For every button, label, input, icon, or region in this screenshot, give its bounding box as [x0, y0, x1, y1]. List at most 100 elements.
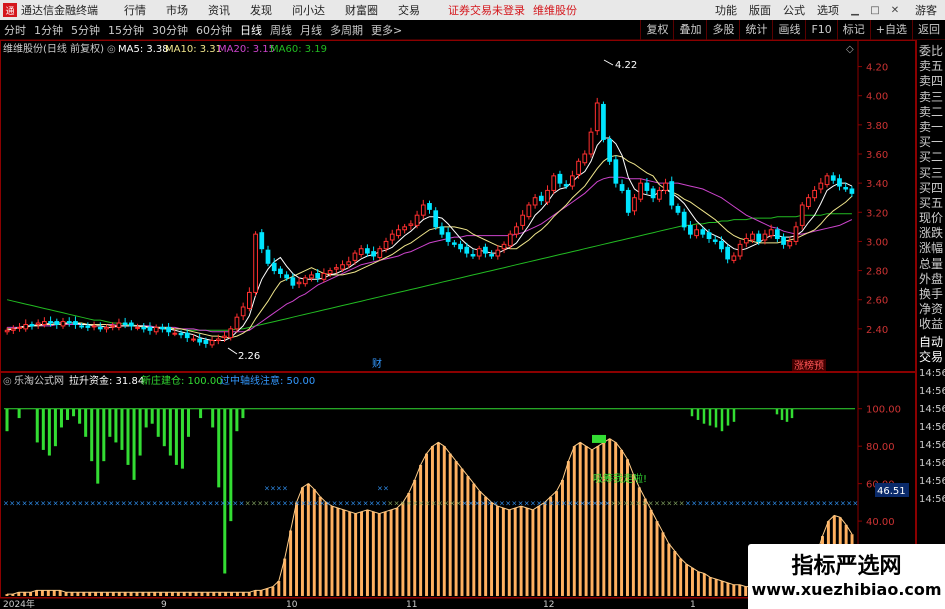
zhongzhou-cross-mark: × — [834, 499, 840, 507]
stock-label: 维维股份(日线 前复权) — [3, 42, 104, 55]
minimize-icon[interactable]: ▁ — [848, 3, 862, 17]
biaoji-button[interactable]: 标记 — [836, 20, 870, 40]
candle-body — [719, 240, 724, 250]
zhangting-marker[interactable]: 涨榜预 — [794, 359, 824, 372]
period-30min[interactable]: 30分钟 — [152, 22, 188, 38]
candle-body — [402, 226, 408, 231]
candle-body — [545, 189, 550, 203]
zhongzhou-cross-mark: × — [332, 499, 338, 507]
candle-body — [638, 182, 644, 200]
zhongzhou-cross-mark: × — [561, 499, 567, 507]
settings-icon[interactable]: ◎ — [107, 44, 116, 55]
stock-chart[interactable]: 维维股份(日线 前复权) ◎ MA5: 3.38 MA10: 3.31 MA20… — [0, 40, 916, 609]
zhongzhou-cross-mark: × — [381, 499, 387, 507]
zhongzhou-cross-mark: × — [418, 499, 424, 507]
huaxian-button[interactable]: 画线 — [772, 20, 805, 40]
zhongzhou-cross-mark: × — [747, 499, 753, 507]
zhongzhou-cross-mark: × — [573, 499, 579, 507]
zhongzhou-cross-mark: × — [809, 499, 815, 507]
candle-body — [594, 102, 600, 132]
menu-item-zixun[interactable]: 资讯 — [208, 2, 230, 18]
side-time: 14:56 — [919, 367, 945, 379]
peak-cross-mark: × — [276, 484, 282, 492]
candle-body — [439, 226, 445, 235]
peak-cross-mark: × — [264, 484, 270, 492]
fuquan-button[interactable]: 复权 — [640, 20, 673, 40]
add-watchlist-button[interactable]: +自选 — [869, 20, 912, 40]
zhongzhou-cross-mark: × — [96, 499, 102, 507]
low-price-label: 2.26 — [238, 351, 260, 362]
guest-label[interactable]: 游客 — [915, 2, 937, 18]
zhongzhou-cross-mark: × — [65, 499, 71, 507]
back-button[interactable]: 返回 — [912, 20, 945, 40]
candle-body — [756, 233, 762, 242]
zhongzhou-cross-mark: × — [511, 499, 517, 507]
zhongzhou-cross-mark: × — [697, 499, 703, 507]
sub-settings-icon[interactable]: ◎ — [3, 376, 12, 387]
candle-body — [302, 277, 308, 285]
period-fenshi[interactable]: 分时 — [4, 22, 26, 38]
zhongzhou-cross-mark: × — [623, 499, 629, 507]
period-multi[interactable]: 多周期 — [330, 22, 363, 38]
side-item: 卖三 — [919, 89, 944, 104]
period-1min[interactable]: 1分钟 — [34, 22, 63, 38]
side-tab-trade[interactable]: 交易 — [917, 350, 945, 365]
side-time: 14:56 — [919, 385, 945, 397]
sub-tick-label: 80.00 — [866, 442, 895, 453]
zhongzhou-cross-mark: × — [46, 499, 52, 507]
candle-body — [625, 189, 631, 213]
period-week[interactable]: 周线 — [270, 22, 292, 38]
cai-marker[interactable]: 财 — [372, 357, 382, 370]
ma60-line — [6, 213, 852, 331]
side-item: 涨跌 — [919, 226, 944, 241]
price-tick-label: 2.40 — [866, 325, 888, 336]
period-15min[interactable]: 15分钟 — [108, 22, 144, 38]
menu-item-wenxiaoda[interactable]: 问小达 — [292, 2, 325, 18]
login-status[interactable]: 证券交易未登录 — [448, 2, 525, 18]
zhongzhou-cross-mark: × — [468, 499, 474, 507]
side-tab-auto[interactable]: 自动 — [917, 335, 945, 350]
zhongzhou-cross-mark: × — [567, 499, 573, 507]
zhongzhou-cross-mark: × — [735, 499, 741, 507]
diamond-icon[interactable]: ◇ — [846, 44, 854, 55]
candle-body — [73, 321, 78, 325]
zhongzhou-cross-mark: × — [493, 499, 499, 507]
price-tick-label: 3.40 — [866, 179, 888, 190]
diejia-button[interactable]: 叠加 — [673, 20, 706, 40]
period-day[interactable]: 日线 — [240, 22, 262, 38]
candle-body — [489, 254, 494, 257]
menu-item-banmian[interactable]: 版面 — [749, 2, 771, 18]
menu-item-gongneng[interactable]: 功能 — [715, 2, 737, 18]
close-icon[interactable]: ✕ — [888, 3, 902, 17]
menu-item-hangqing[interactable]: 行情 — [124, 2, 146, 18]
f10-button[interactable]: F10 — [805, 20, 836, 40]
candle-body — [4, 329, 10, 333]
menu-item-faxian[interactable]: 发现 — [250, 2, 272, 18]
x-label-sep: 9 — [161, 600, 167, 609]
candle-body — [551, 175, 557, 191]
zhongzhou-cross-mark: × — [431, 499, 437, 507]
menu-item-gongshi[interactable]: 公式 — [783, 2, 805, 18]
period-month[interactable]: 月线 — [300, 22, 322, 38]
tongji-button[interactable]: 统计 — [739, 20, 772, 40]
zhongzhou-cross-mark: × — [71, 499, 77, 507]
candle-body — [694, 229, 699, 237]
price-tick-label: 4.00 — [866, 92, 888, 103]
candle-body — [265, 249, 271, 264]
candle-body — [445, 232, 451, 242]
menu-item-caifuquan[interactable]: 财富圈 — [345, 2, 378, 18]
candle-body — [116, 322, 122, 328]
candle-body — [650, 188, 656, 199]
zhongzhou-cross-mark: × — [115, 499, 121, 507]
zhongzhou-cross-mark: × — [722, 499, 728, 507]
period-60min[interactable]: 60分钟 — [196, 22, 232, 38]
side-item: 卖二 — [919, 104, 944, 119]
menu-item-shichang[interactable]: 市场 — [166, 2, 188, 18]
duogu-button[interactable]: 多股 — [706, 20, 739, 40]
maximize-icon[interactable]: □ — [868, 3, 882, 17]
menu-item-xuanxiang[interactable]: 选项 — [817, 2, 839, 18]
period-5min[interactable]: 5分钟 — [71, 22, 100, 38]
period-more[interactable]: 更多> — [371, 22, 402, 38]
zhongzhou-cross-mark: × — [790, 499, 796, 507]
menu-item-jiaoyi[interactable]: 交易 — [398, 2, 420, 18]
